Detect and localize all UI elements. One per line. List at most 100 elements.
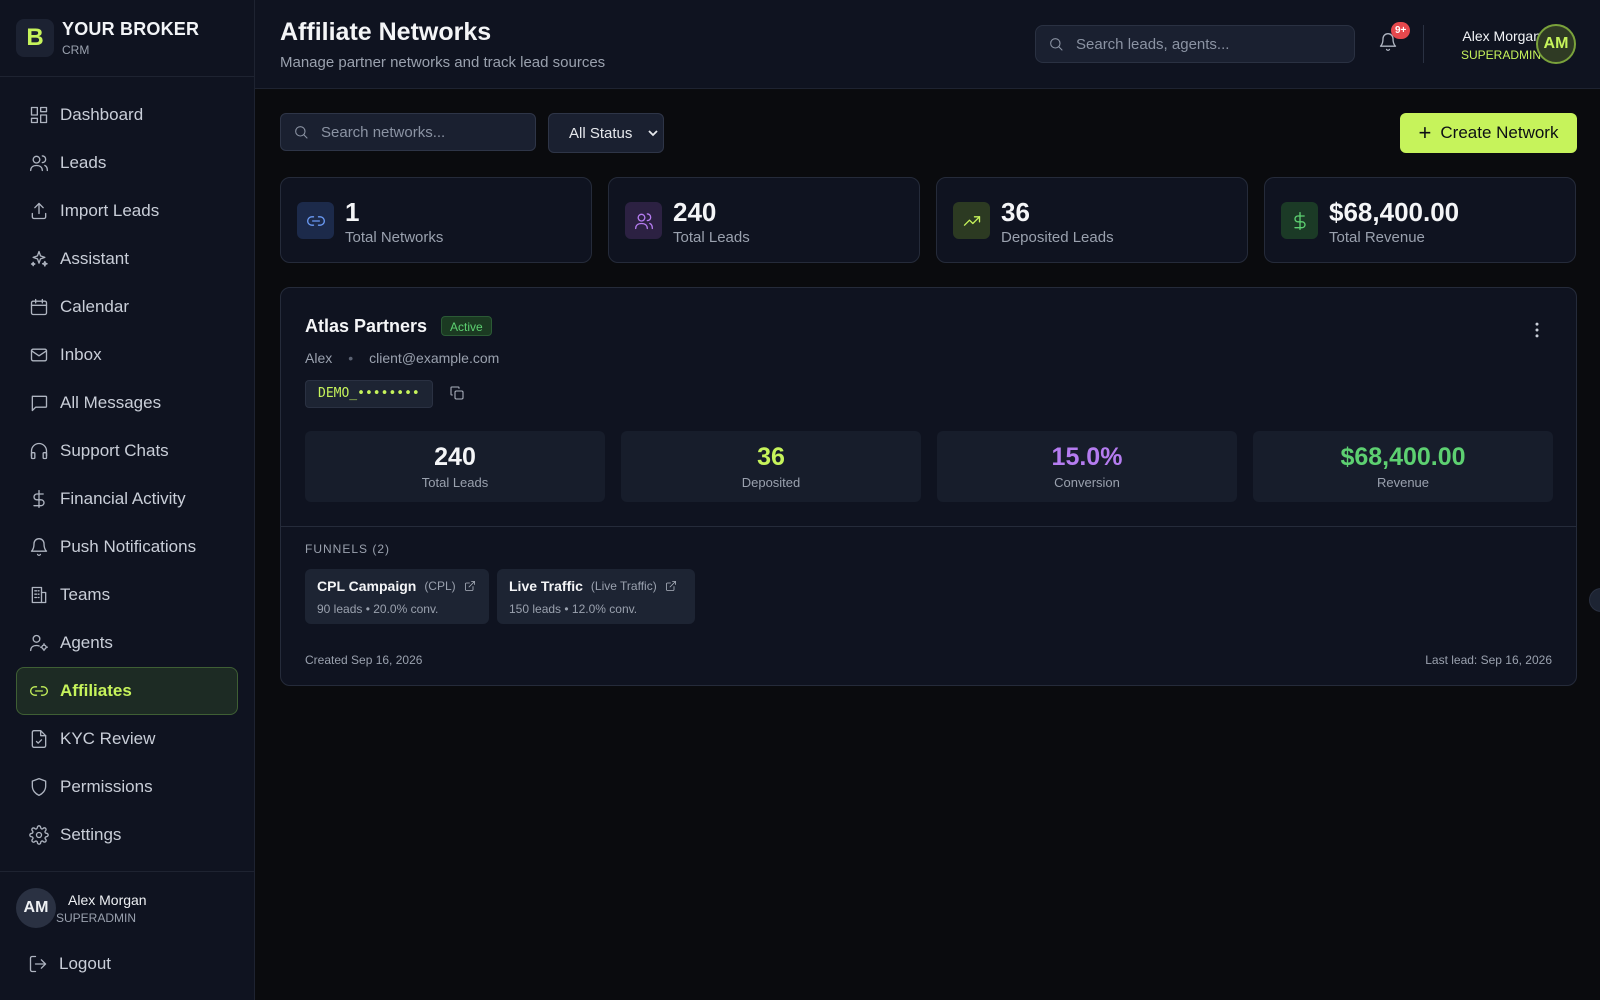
sidebar-item-label: Permissions [60, 777, 153, 796]
sidebar-item-label: Dashboard [60, 105, 144, 124]
logout-button[interactable]: Logout [0, 928, 254, 974]
sidebar-item-dashboard[interactable]: Dashboard [16, 91, 238, 139]
network-contact: Alex • client@example.com [305, 350, 499, 366]
chevron-down-icon [648, 130, 658, 137]
metric-label: Revenue [1376, 475, 1430, 490]
link-icon [297, 202, 334, 239]
top-header: Affiliate Networks Manage partner networ… [255, 0, 1600, 89]
stat-value: 36 [1001, 197, 1030, 227]
sidebar-item-label: Settings [60, 825, 122, 844]
metric-label: Total Leads [421, 475, 489, 490]
stat-label: Total Networks [345, 229, 444, 246]
funnel-type: (Live Traffic) [590, 579, 657, 593]
plus-icon: + [1418, 120, 1432, 145]
copy-code-button[interactable] [449, 385, 465, 401]
create-network-label: Create Network [1440, 123, 1559, 142]
sidebar-item-label: Support Chats [60, 441, 169, 460]
sidebar-item-push-notifications[interactable]: Push Notifications [16, 523, 238, 571]
sidebar-item-affiliates[interactable]: Affiliates [16, 667, 238, 715]
funnel-name: CPL Campaign [317, 578, 417, 594]
page-subtitle: Manage partner networks and track lead s… [280, 54, 606, 71]
metric-label: Conversion [1054, 475, 1120, 490]
funnel-type: (CPL) [424, 579, 456, 593]
building-icon [31, 586, 47, 604]
sidebar-item-settings[interactable]: Settings [16, 811, 238, 859]
header-user: Alex Morgan SUPERADMIN [1439, 28, 1541, 62]
sidebar-item-inbox[interactable]: Inbox [16, 331, 238, 379]
message-icon [31, 395, 48, 412]
brand-sub: CRM [62, 43, 90, 57]
external-link-icon[interactable] [665, 580, 677, 592]
sidebar-item-agents[interactable]: Agents [16, 619, 238, 667]
sidebar-item-calendar[interactable]: Calendar [16, 283, 238, 331]
sidebar-item-all-messages[interactable]: All Messages [16, 379, 238, 427]
stat-card-deposited-leads: 36 Deposited Leads [936, 177, 1248, 263]
sidebar-item-label: Import Leads [60, 201, 160, 220]
main-content: Search networks... All Status + Create N… [255, 89, 1600, 1000]
sidebar-user-panel: AM Alex Morgan SUPERADMIN Logout [0, 871, 254, 1000]
upload-icon [31, 202, 47, 220]
card-divider [281, 526, 1576, 527]
funnels-heading: FUNNELS (2) [305, 542, 391, 556]
logout-label: Logout [59, 954, 111, 973]
sidebar-item-leads[interactable]: Leads [16, 139, 238, 187]
sidebar-item-financial-activity[interactable]: Financial Activity [16, 475, 238, 523]
users-icon [625, 202, 662, 239]
sidebar-item-label: Financial Activity [60, 489, 186, 508]
external-link-icon[interactable] [464, 580, 476, 592]
funnel-card-cpl-campaign[interactable]: CPL Campaign (CPL) 90 leads • 20.0% conv… [305, 569, 489, 624]
sidebar-item-label: Assistant [60, 249, 129, 268]
metric-total-leads: 240 Total Leads [305, 431, 605, 502]
sidebar-item-label: Inbox [60, 345, 102, 364]
stat-card-total-networks: 1 Total Networks [280, 177, 592, 263]
more-options-button[interactable] [1527, 320, 1547, 340]
sidebar-item-support-chats[interactable]: Support Chats [16, 427, 238, 475]
brand-logo: B [16, 19, 54, 57]
sidebar-item-import-leads[interactable]: Import Leads [16, 187, 238, 235]
create-network-button[interactable]: + Create Network [1400, 113, 1577, 153]
header-user-name: Alex Morgan [1462, 28, 1541, 44]
metric-deposited: 36 Deposited [621, 431, 921, 502]
sidebar-item-label: Teams [60, 585, 111, 604]
search-icon [1050, 38, 1063, 51]
side-panel-toggle[interactable] [1589, 588, 1600, 612]
sidebar-item-teams[interactable]: Teams [16, 571, 238, 619]
brand: B YOUR BROKER CRM [0, 0, 254, 77]
avatar[interactable]: AM [16, 888, 56, 928]
global-search-input[interactable]: Search leads, agents... [1035, 25, 1355, 63]
sidebar-item-kyc-review[interactable]: KYC Review [16, 715, 238, 763]
headphones-icon [30, 442, 48, 460]
status-filter-select[interactable]: All Status [548, 113, 664, 153]
sidebar: B YOUR BROKER CRM Dashboard Leads Import… [0, 0, 255, 1000]
stat-card-total-leads: 240 Total Leads [608, 177, 920, 263]
stat-label: Total Revenue [1329, 229, 1425, 246]
sidebar-nav: Dashboard Leads Import Leads Assistant C… [16, 91, 238, 859]
dollar-icon [1281, 202, 1318, 239]
contact-name: Alex [305, 350, 333, 366]
header-avatar[interactable]: AM [1536, 24, 1576, 64]
brand-name: YOUR BROKER [62, 19, 200, 39]
sidebar-user-name: Alex Morgan [68, 891, 147, 908]
shield-icon [31, 778, 47, 796]
api-code: DEMO_•••••••• [305, 380, 433, 408]
network-name[interactable]: Atlas Partners [305, 316, 427, 337]
sidebar-item-permissions[interactable]: Permissions [16, 763, 238, 811]
sidebar-item-assistant[interactable]: Assistant [16, 235, 238, 283]
calendar-icon [30, 298, 48, 316]
sidebar-item-label: Push Notifications [60, 537, 197, 556]
created-date: Created Sep 16, 2026 [305, 653, 423, 667]
sidebar-user-role: SUPERADMIN [56, 910, 137, 925]
global-search-placeholder: Search leads, agents... [1076, 35, 1230, 53]
contact-email: client@example.com [369, 350, 500, 366]
last-lead-date: Last lead: Sep 16, 2026 [1425, 653, 1552, 667]
stat-card-total-revenue: $68,400.00 Total Revenue [1264, 177, 1576, 263]
sidebar-item-label: Leads [60, 153, 107, 172]
stat-value: 1 [345, 197, 360, 227]
network-search-input[interactable]: Search networks... [280, 113, 536, 151]
header-divider [1423, 25, 1424, 63]
status-filter-value: All Status [569, 124, 633, 142]
mail-icon [30, 348, 48, 362]
metric-revenue: $68,400.00 Revenue [1253, 431, 1553, 502]
funnel-card-live-traffic[interactable]: Live Traffic (Live Traffic) 150 leads • … [497, 569, 695, 624]
gear-icon [29, 825, 49, 845]
